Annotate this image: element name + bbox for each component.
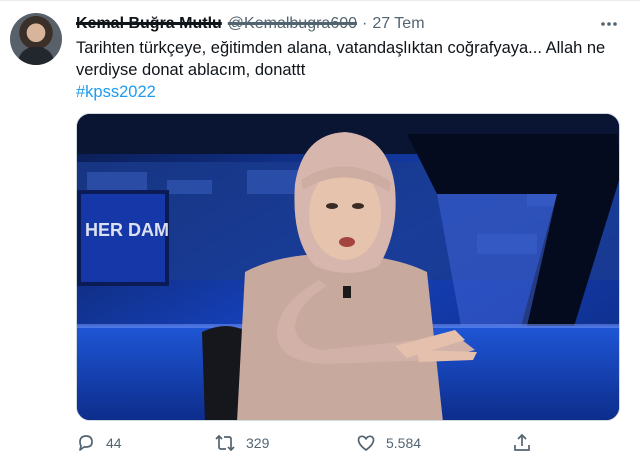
- tweet-media-image[interactable]: HER DAM: [76, 113, 620, 421]
- author-name[interactable]: Kemal Buğra Mutlu: [76, 15, 222, 33]
- hashtag-link[interactable]: #kpss2022: [76, 81, 156, 103]
- like-icon: [357, 435, 375, 451]
- reply-button[interactable]: 44: [76, 433, 122, 453]
- more-icon[interactable]: [598, 13, 620, 35]
- reply-count: 44: [106, 435, 122, 451]
- retweet-button[interactable]: 329: [214, 433, 269, 453]
- tweet-timestamp[interactable]: 27 Tem: [372, 15, 424, 33]
- tweet-actions: 44 329 5.584: [76, 429, 620, 461]
- separator-dot: ·: [362, 15, 368, 32]
- share-icon: [514, 433, 530, 451]
- tweet-card[interactable]: Kemal Buğra Mutlu @Kemalbugra600 · 27 Te…: [0, 0, 640, 465]
- tweet-text: Tarihten türkçeye, eğitimden alana, vata…: [76, 39, 606, 79]
- reply-icon: [79, 435, 93, 451]
- author-handle[interactable]: @Kemalbugra600: [228, 15, 357, 33]
- backdrop-label: HER DAM: [85, 220, 169, 240]
- avatar[interactable]: [10, 13, 62, 65]
- retweet-count: 329: [246, 435, 270, 451]
- share-button[interactable]: [512, 433, 532, 453]
- like-button[interactable]: 5.584: [356, 433, 421, 453]
- retweet-icon: [215, 434, 235, 452]
- tweet-header: Kemal Buğra Mutlu @Kemalbugra600 · 27 Te…: [76, 13, 425, 35]
- like-count: 5.584: [386, 435, 422, 451]
